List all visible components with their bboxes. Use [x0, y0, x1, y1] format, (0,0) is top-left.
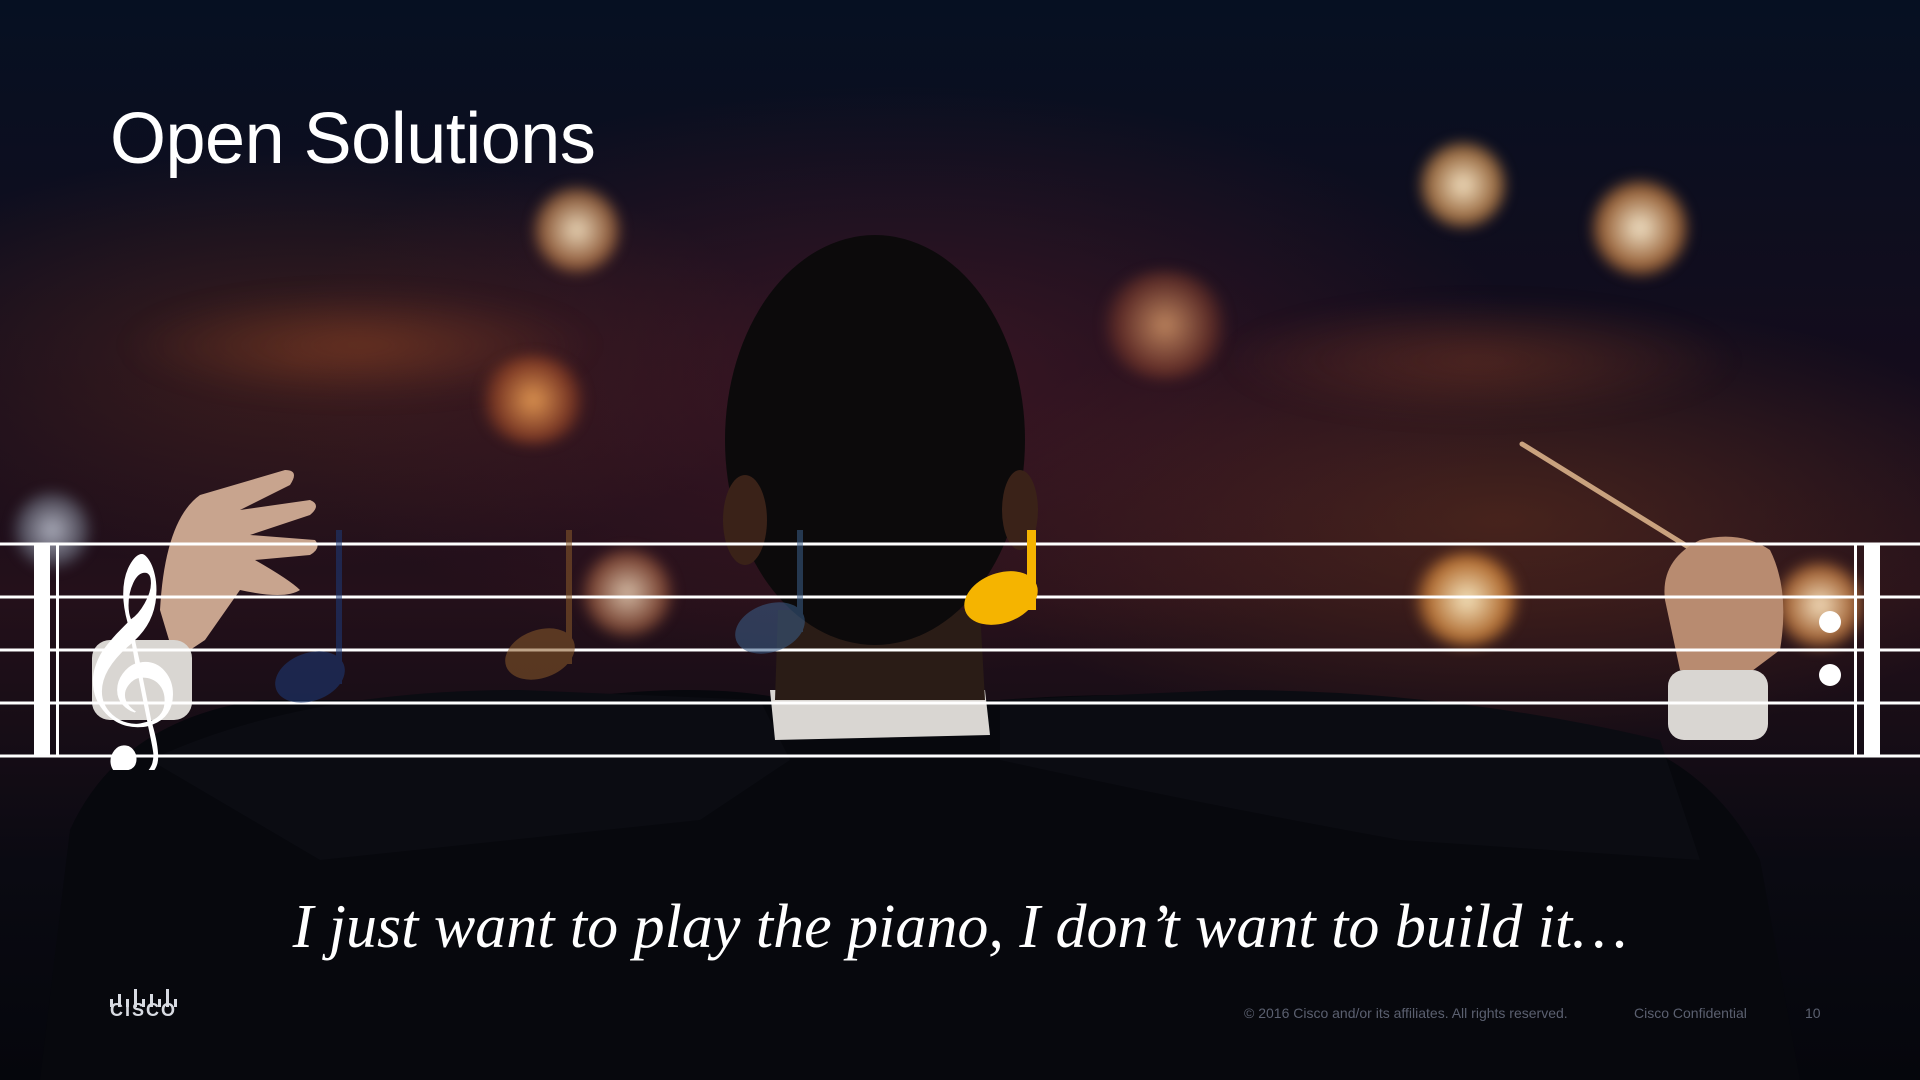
- music-staff: 𝄞: [0, 530, 1920, 770]
- slide: Open Solutions 𝄞 I just want to play the…: [0, 0, 1920, 1080]
- page-number: 10: [1805, 1005, 1821, 1021]
- left-barline-thin: [56, 544, 59, 756]
- copyright-text: © 2016 Cisco and/or its affiliates. All …: [1244, 1005, 1568, 1021]
- slide-title: Open Solutions: [110, 99, 596, 179]
- staff-lines: [0, 542, 1920, 758]
- eighth-note-navy: [275, 530, 345, 703]
- treble-clef-icon: 𝄞: [70, 549, 182, 770]
- cisco-logo-text: CISCO: [110, 1000, 178, 1020]
- eighth-note-gold: [964, 530, 1038, 625]
- left-barline: [34, 544, 50, 756]
- confidential-label: Cisco Confidential: [1634, 1005, 1747, 1021]
- eighth-note-brown: [505, 530, 575, 680]
- quote-text: I just want to play the piano, I don’t w…: [292, 893, 1628, 961]
